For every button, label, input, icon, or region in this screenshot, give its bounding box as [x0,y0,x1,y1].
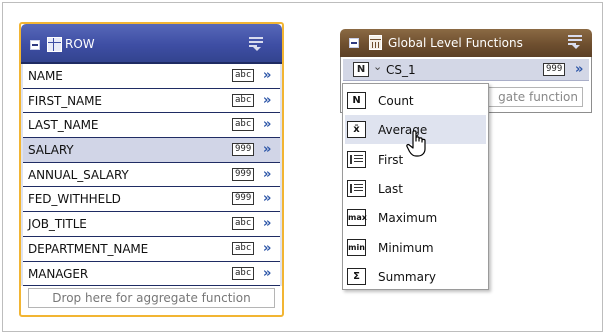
field-name: NAME [28,69,63,83]
chevron-down-icon[interactable]: ⌄ [373,60,382,73]
menu-item-label: Summary [378,269,436,284]
field-row[interactable]: JOB_TITLE abc » [23,212,280,237]
move-arrow-icon[interactable]: » [263,68,271,83]
menu-item-label: Minimum [378,240,434,255]
aggregate-drop-zone[interactable]: Drop here for aggregate function [28,288,275,308]
field-row[interactable]: NAME abc » [23,64,280,89]
glf-panel-title: Global Level Functions [388,36,523,50]
row-panel: ROW NAME abc» FIRST_NAME abc» LAST_NAME abc» S… [19,22,284,317]
move-arrow-icon[interactable]: » [263,167,271,182]
move-arrow-icon[interactable]: » [263,191,271,206]
menu-item-label: Count [378,94,414,108]
first-icon [347,150,366,168]
glf-panel-header[interactable]: Global Level Functions [340,29,592,57]
move-arrow-icon[interactable]: » [263,241,271,256]
type-badge: abc [232,217,255,231]
field-name: JOB_TITLE [28,217,87,232]
field-name: ANNUAL_SALARY [28,167,129,182]
field-name: LAST_NAME [28,118,99,133]
move-arrow-icon[interactable]: » [263,117,271,132]
field-name: DEPARTMENT_NAME [28,241,149,256]
field-row[interactable]: LAST_NAME abc » [23,113,280,139]
collapse-icon[interactable] [30,40,40,50]
field-name: FIRST_NAME [28,93,102,108]
aggregate-function-menu: N Count x̄ Average First Last max Maximum min Min… [342,83,489,290]
menu-item-summary[interactable]: Σ Summary [345,262,486,291]
field-name: FED_WITHHELD [28,192,121,207]
field-row[interactable]: FED_WITHHELD 999 » [23,187,280,213]
type-badge: abc [232,69,255,82]
row-panel-title: ROW [65,37,95,51]
menu-item-last[interactable]: Last [345,174,486,203]
summary-icon: Σ [347,267,366,285]
menu-lines-icon[interactable] [249,36,263,52]
cs-1-label: CS_1 [386,63,416,77]
type-badge: abc [232,266,255,280]
field-row[interactable]: ANNUAL_SALARY 999 » [23,162,280,188]
maximum-icon: max [347,209,367,227]
field-row[interactable]: FIRST_NAME abc » [23,88,280,114]
collapse-icon[interactable] [349,38,359,48]
type-badge: 999 [232,167,255,181]
row-panel-header[interactable]: ROW [21,24,282,64]
menu-item-minimum[interactable]: min Minimum [345,233,486,262]
type-badge: abc [232,241,255,255]
menu-item-label: Last [378,181,403,196]
move-arrow-icon[interactable]: » [263,266,271,281]
average-icon: x̄ [347,121,366,139]
type-badge: abc [232,118,255,132]
menu-item-label: Maximum [378,211,438,226]
cs-1-row[interactable]: N ⌄ CS_1 999 » [343,59,589,81]
hand-pointer-icon [406,130,426,157]
move-arrow-icon[interactable]: » [263,142,271,157]
move-arrow-icon[interactable]: » [263,216,271,231]
move-arrow-icon[interactable]: » [263,93,271,108]
minimum-icon: min [347,238,366,256]
field-row[interactable]: DEPARTMENT_NAME abc » [23,236,280,262]
type-badge: 999 [543,63,566,76]
count-icon: N [347,92,366,109]
type-badge: abc [232,93,255,107]
last-icon [347,179,366,197]
menu-item-count[interactable]: N Count [345,86,486,115]
field-list: NAME abc» FIRST_NAME abc» LAST_NAME abc» SALAR… [21,64,282,287]
menu-item-label: First [378,152,404,167]
field-name: MANAGER [28,266,89,281]
table-icon [47,37,62,52]
field-row[interactable]: MANAGER abc » [23,261,280,287]
numeric-badge: N [353,62,369,77]
menu-item-maximum[interactable]: max Maximum [345,203,486,232]
field-row[interactable]: SALARY 999 » [23,138,280,163]
type-badge: 999 [232,192,255,206]
menu-lines-icon[interactable] [568,34,582,50]
field-name: SALARY [28,143,74,158]
calendar-icon [369,35,382,50]
move-arrow-icon[interactable]: » [575,62,583,77]
type-badge: 999 [232,143,255,157]
